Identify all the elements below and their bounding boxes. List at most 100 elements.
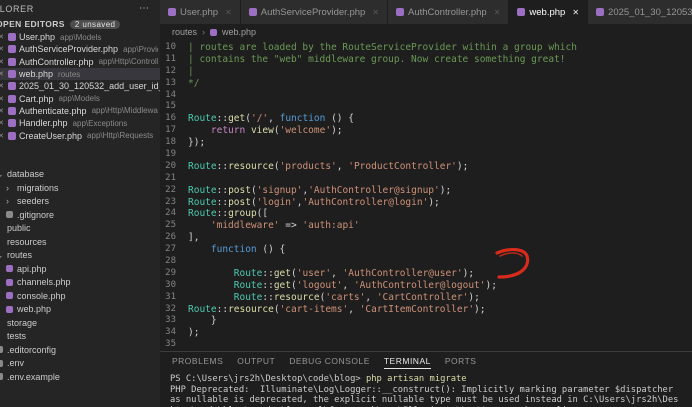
breadcrumb-item[interactable]: routes xyxy=(172,27,197,37)
tab-user.php[interactable]: User.php ✕ xyxy=(160,0,241,24)
close-icon[interactable]: ✕ xyxy=(0,45,5,53)
code-token: 'user' xyxy=(296,267,332,279)
chevron-right-icon: › xyxy=(0,237,3,247)
tree-item-label: seeders xyxy=(17,196,50,207)
tree-item-.gitignore[interactable]: .gitignore xyxy=(0,208,160,222)
close-icon[interactable]: ✕ xyxy=(494,8,501,17)
tree-item-database[interactable]: ⌄database xyxy=(0,168,160,182)
open-editor-item-handler.php[interactable]: ✕ Handler.php app\Exceptions xyxy=(0,117,160,129)
tree-item-tests[interactable]: › tests xyxy=(0,330,160,344)
panel-tab-ports[interactable]: PORTS xyxy=(445,356,477,369)
tree-item-console.php[interactable]: console.php xyxy=(0,289,160,303)
tree-item-storage[interactable]: › storage xyxy=(0,316,160,330)
close-icon[interactable]: ✕ xyxy=(0,82,5,90)
php-file-icon xyxy=(8,70,16,79)
close-icon[interactable]: ✕ xyxy=(0,70,5,78)
line-number: 34 xyxy=(165,327,176,338)
close-icon[interactable]: ✕ xyxy=(0,132,5,140)
code-token: ); xyxy=(456,160,469,172)
code-token: 'cart-items' xyxy=(279,303,349,315)
tree-item-routes[interactable]: ⌄routes xyxy=(0,249,160,263)
panel-tab-problems[interactable]: PROBLEMS xyxy=(172,356,223,369)
code-editor[interactable]: 10 | routes are loaded by the RouteServic… xyxy=(160,40,692,351)
tree-item-.editorconfig[interactable]: .editorconfig xyxy=(0,343,160,357)
panel-tab-output[interactable]: OUTPUT xyxy=(237,356,275,369)
code-token: => xyxy=(279,220,303,232)
line-number: 20 xyxy=(165,160,176,171)
breadcrumb-item[interactable]: web.php xyxy=(222,27,256,37)
code-token: ); xyxy=(428,196,440,208)
close-icon[interactable]: ✕ xyxy=(0,95,5,103)
open-editor-item-web.php[interactable]: ✕ web.php routes xyxy=(0,67,160,81)
file-name: User.php xyxy=(19,32,56,43)
code-token: 'auth:api' xyxy=(302,220,360,232)
php-file-icon xyxy=(8,94,16,103)
code-area: 10 | routes are loaded by the RouteServic… xyxy=(160,42,692,351)
line-number: 13 xyxy=(165,77,176,88)
tree-item-channels.php[interactable]: channels.php xyxy=(0,276,160,290)
open-editor-item-authcontroller.php[interactable]: ✕ AuthController.php app\Http\Controllers xyxy=(0,56,160,68)
code-token: */ xyxy=(188,77,200,89)
tree-item-api.php[interactable]: api.php xyxy=(0,262,160,276)
open-editor-item-user.php[interactable]: ✕ User.php app\Models xyxy=(0,31,160,43)
tab-authserviceprovider.php[interactable]: AuthServiceProvider.php ✕ xyxy=(240,0,388,24)
open-editors-header[interactable]: OPEN EDITORS 2 unsaved xyxy=(0,17,160,31)
close-icon[interactable]: ✕ xyxy=(0,33,5,41)
tree-item-.env[interactable]: .env xyxy=(0,357,160,371)
close-icon[interactable]: ✕ xyxy=(0,107,5,115)
close-icon[interactable]: ✕ xyxy=(572,8,579,17)
code-text: ); xyxy=(188,327,199,339)
code-text: 'middleware' => 'auth:api' xyxy=(188,220,360,232)
tab-2025-01-30-120532-add-user-id-to-carts...[interactable]: 2025_01_30_120532_add_user_id_to_carts..… xyxy=(588,0,692,24)
close-icon[interactable]: ✕ xyxy=(0,58,5,66)
code-token: post xyxy=(228,184,251,196)
code-token: | contains the "web" middleware group. N… xyxy=(188,53,566,65)
line-number: 23 xyxy=(165,196,176,207)
file-name: AuthServiceProvider.php xyxy=(19,44,119,55)
terminal-output[interactable]: PS C:\Users\jrs2h\Desktop\code\blog> php… xyxy=(160,371,692,407)
code-line-19: 19 xyxy=(160,149,692,161)
code-line-23: 23 Route::post('login','AuthController@lo… xyxy=(160,197,692,209)
tab-authcontroller.php[interactable]: AuthController.php ✕ xyxy=(388,0,510,24)
code-token: 'middleware' xyxy=(210,220,280,232)
code-token: ); xyxy=(468,291,480,303)
ellipsis-icon[interactable]: ⋯ xyxy=(139,3,150,14)
panel-tab-debug-console[interactable]: DEBUG CONSOLE xyxy=(289,356,370,369)
close-icon[interactable]: ✕ xyxy=(372,8,379,17)
code-text: Route::get('user', 'AuthController@user'… xyxy=(188,268,474,280)
file-name: Authenticate.php xyxy=(19,105,87,116)
tree-item-label: tests xyxy=(7,331,27,342)
code-line-22: 22 Route::post('signup','AuthController@s… xyxy=(160,185,692,197)
tree-item-public[interactable]: › public xyxy=(0,222,160,236)
close-icon[interactable]: ✕ xyxy=(0,119,5,127)
php-file-icon xyxy=(210,28,218,36)
open-editor-item-2025-01-30-120532-add-user-id-to-car...[interactable]: ✕ 2025_01_30_120532_add_user_id_to_car... xyxy=(0,80,160,92)
php-file-icon xyxy=(6,265,13,273)
tree-item-resources[interactable]: › resources xyxy=(0,235,160,249)
code-token: 'CartController' xyxy=(376,291,469,303)
tree-item-.env.example[interactable]: .env.example xyxy=(0,370,160,384)
explorer-sidebar: EXPLORER ⋯ OPEN EDITORS 2 unsaved ✕ User.… xyxy=(0,0,160,407)
close-icon[interactable]: ✕ xyxy=(225,8,232,17)
code-text: Route::post('signup','AuthController@sig… xyxy=(188,185,451,197)
tab-web.php[interactable]: web.php ✕ xyxy=(509,0,589,24)
tree-item-seeders[interactable]: › seeders xyxy=(0,195,160,209)
open-editor-item-cart.php[interactable]: ✕ Cart.php app\Models xyxy=(0,92,160,104)
code-line-14: 14 xyxy=(160,90,692,102)
open-editor-item-authserviceprovider.php[interactable]: ✕ AuthServiceProvider.php app\Providers xyxy=(0,43,160,55)
file-path: app\Http\Middleware xyxy=(91,106,158,116)
line-number: 21 xyxy=(165,172,176,183)
file-path: app\Models xyxy=(60,32,102,42)
open-editor-item-createuser.php[interactable]: ✕ CreateUser.php app\Http\Requests xyxy=(0,129,160,141)
code-token: ); xyxy=(439,184,452,196)
open-editor-item-authenticate.php[interactable]: ✕ Authenticate.php app\Http\Middleware xyxy=(0,105,160,117)
code-token: ); xyxy=(485,279,497,291)
code-token: get xyxy=(273,279,291,291)
code-text: Route::get('logout', 'AuthController@log… xyxy=(188,280,497,292)
file-name: CreateUser.php xyxy=(19,130,83,141)
panel-tab-terminal[interactable]: TERMINAL xyxy=(383,356,431,369)
terminal-text: php artisan migrate xyxy=(365,374,467,384)
tree-item-migrations[interactable]: › migrations xyxy=(0,181,160,195)
tree-item-web.php[interactable]: web.php xyxy=(0,303,160,317)
